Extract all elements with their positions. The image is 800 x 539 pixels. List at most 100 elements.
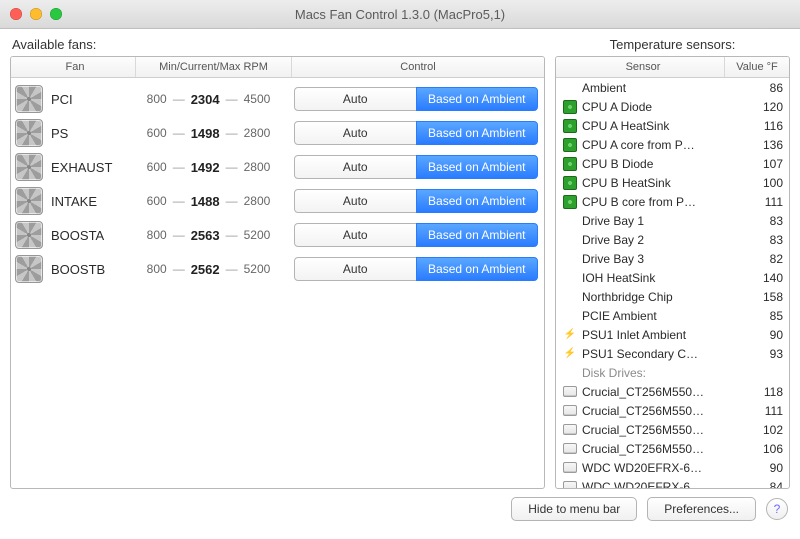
fan-rpm-readout: 600—1498—2800 <box>131 126 286 141</box>
sensor-row[interactable]: CPU A HeatSink116 <box>556 116 789 135</box>
sensor-row[interactable]: Crucial_CT256M550…118 <box>556 382 789 401</box>
control-based-button[interactable]: Based on Ambient <box>416 189 539 213</box>
fans-header-row: Fan Min/Current/Max RPM Control <box>11 57 544 78</box>
fan-row[interactable]: PCI800—2304—4500AutoBased on Ambient <box>11 82 544 116</box>
sensor-row[interactable]: CPU B core from P…111 <box>556 192 789 211</box>
sensor-row[interactable]: Crucial_CT256M550…102 <box>556 420 789 439</box>
help-button[interactable]: ? <box>766 498 788 520</box>
sensor-value: 106 <box>727 442 785 456</box>
sensor-row[interactable]: CPU B Diode107 <box>556 154 789 173</box>
sensor-name: PCIE Ambient <box>582 309 727 323</box>
sensor-value: 102 <box>727 423 785 437</box>
col-sensor-header[interactable]: Sensor <box>556 57 725 77</box>
sensor-row[interactable]: ⚡PSU1 Inlet Ambient90 <box>556 325 789 344</box>
fan-rpm-readout: 800—2562—5200 <box>131 262 286 277</box>
sensor-row[interactable]: ⚡PSU1 Secondary C…93 <box>556 344 789 363</box>
fan-rpm-readout: 600—1488—2800 <box>131 194 286 209</box>
col-rpm-header[interactable]: Min/Current/Max RPM <box>136 57 292 77</box>
sensor-row[interactable]: WDC WD20EFRX-6…84 <box>556 477 789 488</box>
fan-row[interactable]: INTAKE600—1488—2800AutoBased on Ambient <box>11 184 544 218</box>
fan-row[interactable]: BOOSTB800—2562—5200 AutoBased on Ambient <box>11 252 544 286</box>
control-based-button[interactable]: Based on Ambient <box>416 87 539 111</box>
sensor-row[interactable]: Ambient86 <box>556 78 789 97</box>
fan-name: PS <box>51 126 131 141</box>
sensor-row[interactable]: Crucial_CT256M550…111 <box>556 401 789 420</box>
fan-control-segment: AutoBased on Ambient <box>286 223 538 247</box>
sensor-value: 120 <box>727 100 785 114</box>
fan-icon <box>15 221 43 249</box>
rpm-max: 2800 <box>244 194 271 208</box>
fan-control-segment: AutoBased on Ambient <box>286 189 538 213</box>
fan-icon <box>15 255 43 283</box>
sensor-name: PSU1 Secondary C… <box>582 347 727 361</box>
rpm-current: 1498 <box>191 126 220 141</box>
control-auto-button[interactable]: Auto <box>294 257 417 281</box>
fans-pane: Available fans: Fan Min/Current/Max RPM … <box>10 37 545 489</box>
titlebar[interactable]: Macs Fan Control 1.3.0 (MacPro5,1) <box>0 0 800 29</box>
sensor-row[interactable]: PCIE Ambient85 <box>556 306 789 325</box>
sensor-row[interactable]: WDC WD20EFRX-6…90 <box>556 458 789 477</box>
fan-icon <box>15 187 43 215</box>
disk-drives-header: Disk Drives: <box>556 363 789 382</box>
fan-control-segment: AutoBased on Ambient <box>286 121 538 145</box>
drive-icon <box>562 480 578 489</box>
control-based-button[interactable]: Based on Ambient <box>416 223 539 247</box>
fan-row[interactable]: EXHAUST600—1492—2800AutoBased on Ambient <box>11 150 544 184</box>
sensor-value: 107 <box>727 157 785 171</box>
sensor-row[interactable]: IOH HeatSink140 <box>556 268 789 287</box>
sensor-value: 90 <box>727 461 785 475</box>
sensor-name: Crucial_CT256M550… <box>582 423 727 437</box>
sensor-value: 82 <box>727 252 785 266</box>
sensor-row[interactable]: Northbridge Chip158 <box>556 287 789 306</box>
psu-icon: ⚡ <box>562 328 578 342</box>
preferences-button[interactable]: Preferences... <box>647 497 756 521</box>
sensor-name: Ambient <box>582 81 727 95</box>
control-auto-button[interactable]: Auto <box>294 223 417 247</box>
fan-name: BOOSTB <box>51 262 131 277</box>
fan-icon <box>15 153 43 181</box>
sensor-value: 85 <box>727 309 785 323</box>
fan-row[interactable]: PS600—1498—2800AutoBased on Ambient <box>11 116 544 150</box>
sensor-value: 93 <box>727 347 785 361</box>
sensor-value: 118 <box>727 385 785 399</box>
rpm-min: 600 <box>147 194 167 208</box>
sensor-name: WDC WD20EFRX-6… <box>582 461 727 475</box>
control-based-button[interactable]: Based on Ambient <box>416 257 539 281</box>
disk-drives-label: Disk Drives: <box>582 366 727 380</box>
sensor-row[interactable]: CPU A core from P…136 <box>556 135 789 154</box>
hide-to-menu-bar-button[interactable]: Hide to menu bar <box>511 497 637 521</box>
sensor-name: Drive Bay 2 <box>582 233 727 247</box>
fan-rpm-readout: 800—2304—4500 <box>131 92 286 107</box>
sensor-row[interactable]: CPU A Diode120 <box>556 97 789 116</box>
control-auto-button[interactable]: Auto <box>294 189 417 213</box>
sensor-name: Crucial_CT256M550… <box>582 404 727 418</box>
sensor-value: 83 <box>727 233 785 247</box>
rpm-min: 800 <box>147 262 167 276</box>
control-auto-button[interactable]: Auto <box>294 87 417 111</box>
sensor-row[interactable]: Drive Bay 283 <box>556 230 789 249</box>
sensor-name: WDC WD20EFRX-6… <box>582 480 727 489</box>
control-auto-button[interactable]: Auto <box>294 121 417 145</box>
control-based-button[interactable]: Based on Ambient <box>416 155 539 179</box>
drive-icon <box>562 423 578 437</box>
sensor-row[interactable]: Drive Bay 382 <box>556 249 789 268</box>
sensors-box: Sensor Value °F Ambient86CPU A Diode120C… <box>555 56 790 489</box>
sensor-name: CPU B Diode <box>582 157 727 171</box>
control-based-button[interactable]: Based on Ambient <box>416 121 539 145</box>
sensor-name: CPU B HeatSink <box>582 176 727 190</box>
col-fan-header[interactable]: Fan <box>11 57 136 77</box>
cpu-chip-icon <box>562 100 578 114</box>
control-auto-button[interactable]: Auto <box>294 155 417 179</box>
sensor-name: CPU B core from P… <box>582 195 727 209</box>
fan-row[interactable]: BOOSTA800—2563—5200AutoBased on Ambient <box>11 218 544 252</box>
sensor-row[interactable]: Drive Bay 183 <box>556 211 789 230</box>
footer: Hide to menu bar Preferences... ? <box>0 489 800 529</box>
blank-icon <box>562 214 578 228</box>
col-control-header[interactable]: Control <box>292 57 544 77</box>
sensor-row[interactable]: Crucial_CT256M550…106 <box>556 439 789 458</box>
sensor-value: 100 <box>727 176 785 190</box>
sensor-value: 84 <box>727 480 785 489</box>
blank-icon <box>562 81 578 95</box>
col-value-header[interactable]: Value °F <box>725 57 789 77</box>
sensor-row[interactable]: CPU B HeatSink100 <box>556 173 789 192</box>
